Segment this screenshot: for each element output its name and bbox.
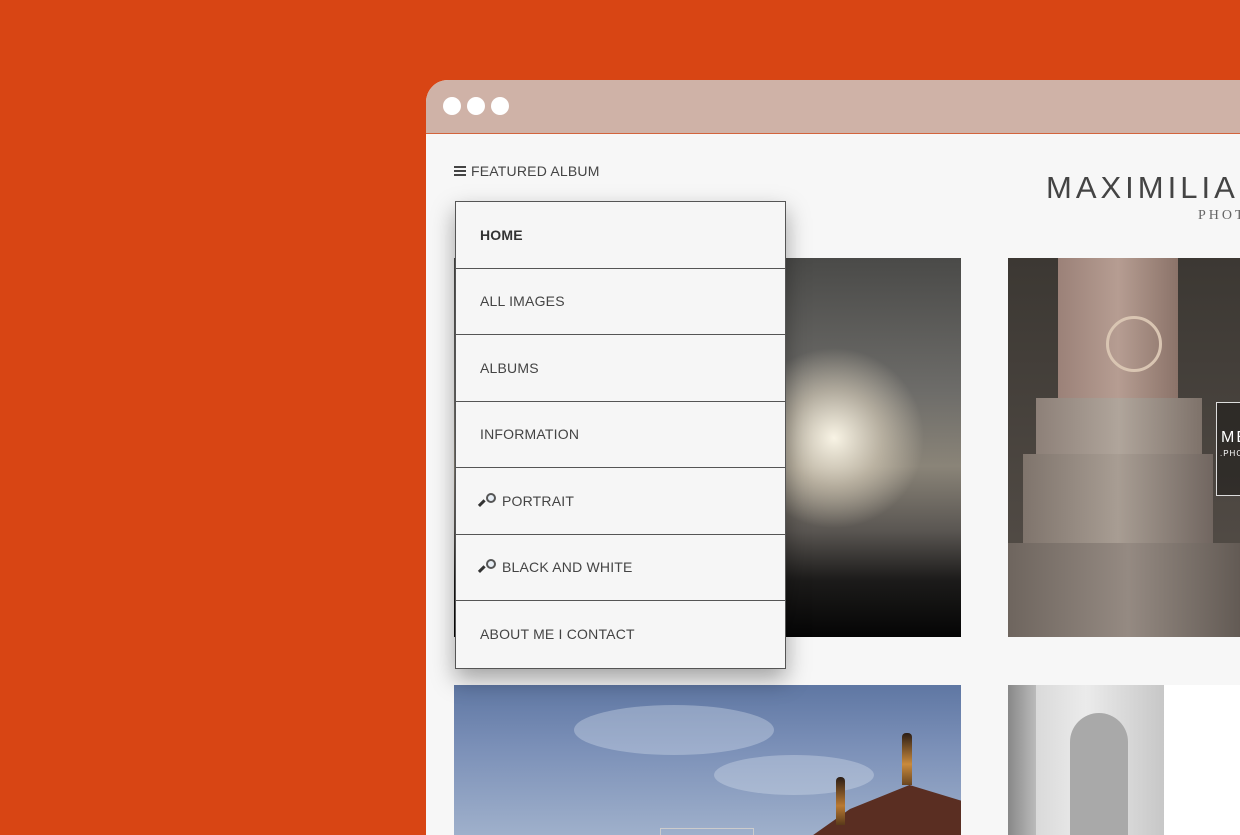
window-control-dot[interactable] [443, 97, 461, 115]
pillar-base [1008, 543, 1240, 637]
rosette-carving [1106, 316, 1162, 372]
photo-caption-frame [660, 828, 754, 835]
arch-edge [1008, 685, 1036, 835]
cloud [574, 705, 774, 755]
menu-item-portrait[interactable]: PORTRAIT [456, 468, 785, 535]
menu-item-about-contact[interactable]: ABOUT ME I CONTACT [456, 601, 785, 668]
gallery-photo-pillar[interactable]: ME .PHO [1008, 258, 1240, 637]
menu-item-home[interactable]: HOME [456, 202, 785, 269]
menu-toggle-label: FEATURED ALBUM [471, 163, 600, 179]
site-logo-name[interactable]: MAXIMILIAN [1046, 170, 1240, 206]
temple-spire [836, 777, 845, 825]
menu-item-label: ALBUMS [480, 359, 539, 376]
pillar-base [1023, 454, 1213, 554]
cloud [714, 755, 874, 795]
menu-item-label: ALL IMAGES [480, 293, 565, 310]
menu-toggle[interactable]: FEATURED ALBUM [454, 163, 600, 179]
hamburger-icon [454, 166, 466, 176]
menu-item-label: PORTRAIT [502, 492, 575, 509]
temple-spire [902, 733, 912, 785]
nav-dropdown-menu: HOME ALL IMAGES ALBUMS INFORMATION PORTR… [455, 201, 786, 669]
gallery-photo-arch[interactable] [1008, 685, 1240, 835]
menu-item-information[interactable]: INFORMATION [456, 402, 785, 468]
menu-item-all-images[interactable]: ALL IMAGES [456, 269, 785, 335]
magnifier-icon [477, 559, 496, 575]
site-logo-subtitle: PHOT [1198, 208, 1240, 223]
photo-overlay-text: ME [1221, 429, 1240, 446]
menu-item-label: ABOUT ME I CONTACT [480, 626, 635, 643]
photo-overlay-subtext: .PHO [1220, 449, 1240, 458]
menu-item-label: HOME [480, 226, 523, 243]
arch-doorway [1070, 713, 1128, 835]
gallery-photo-temple[interactable] [454, 685, 961, 835]
window-titlebar [426, 80, 1240, 134]
menu-item-albums[interactable]: ALBUMS [456, 335, 785, 402]
menu-item-label: BLACK AND WHITE [502, 559, 633, 576]
window-control-dot[interactable] [467, 97, 485, 115]
window-control-dot[interactable] [491, 97, 509, 115]
menu-item-label: INFORMATION [480, 426, 580, 443]
photo-overlay-badge: ME .PHO [1216, 402, 1240, 496]
menu-item-black-and-white[interactable]: BLACK AND WHITE [456, 535, 785, 601]
magnifier-icon [477, 492, 496, 509]
